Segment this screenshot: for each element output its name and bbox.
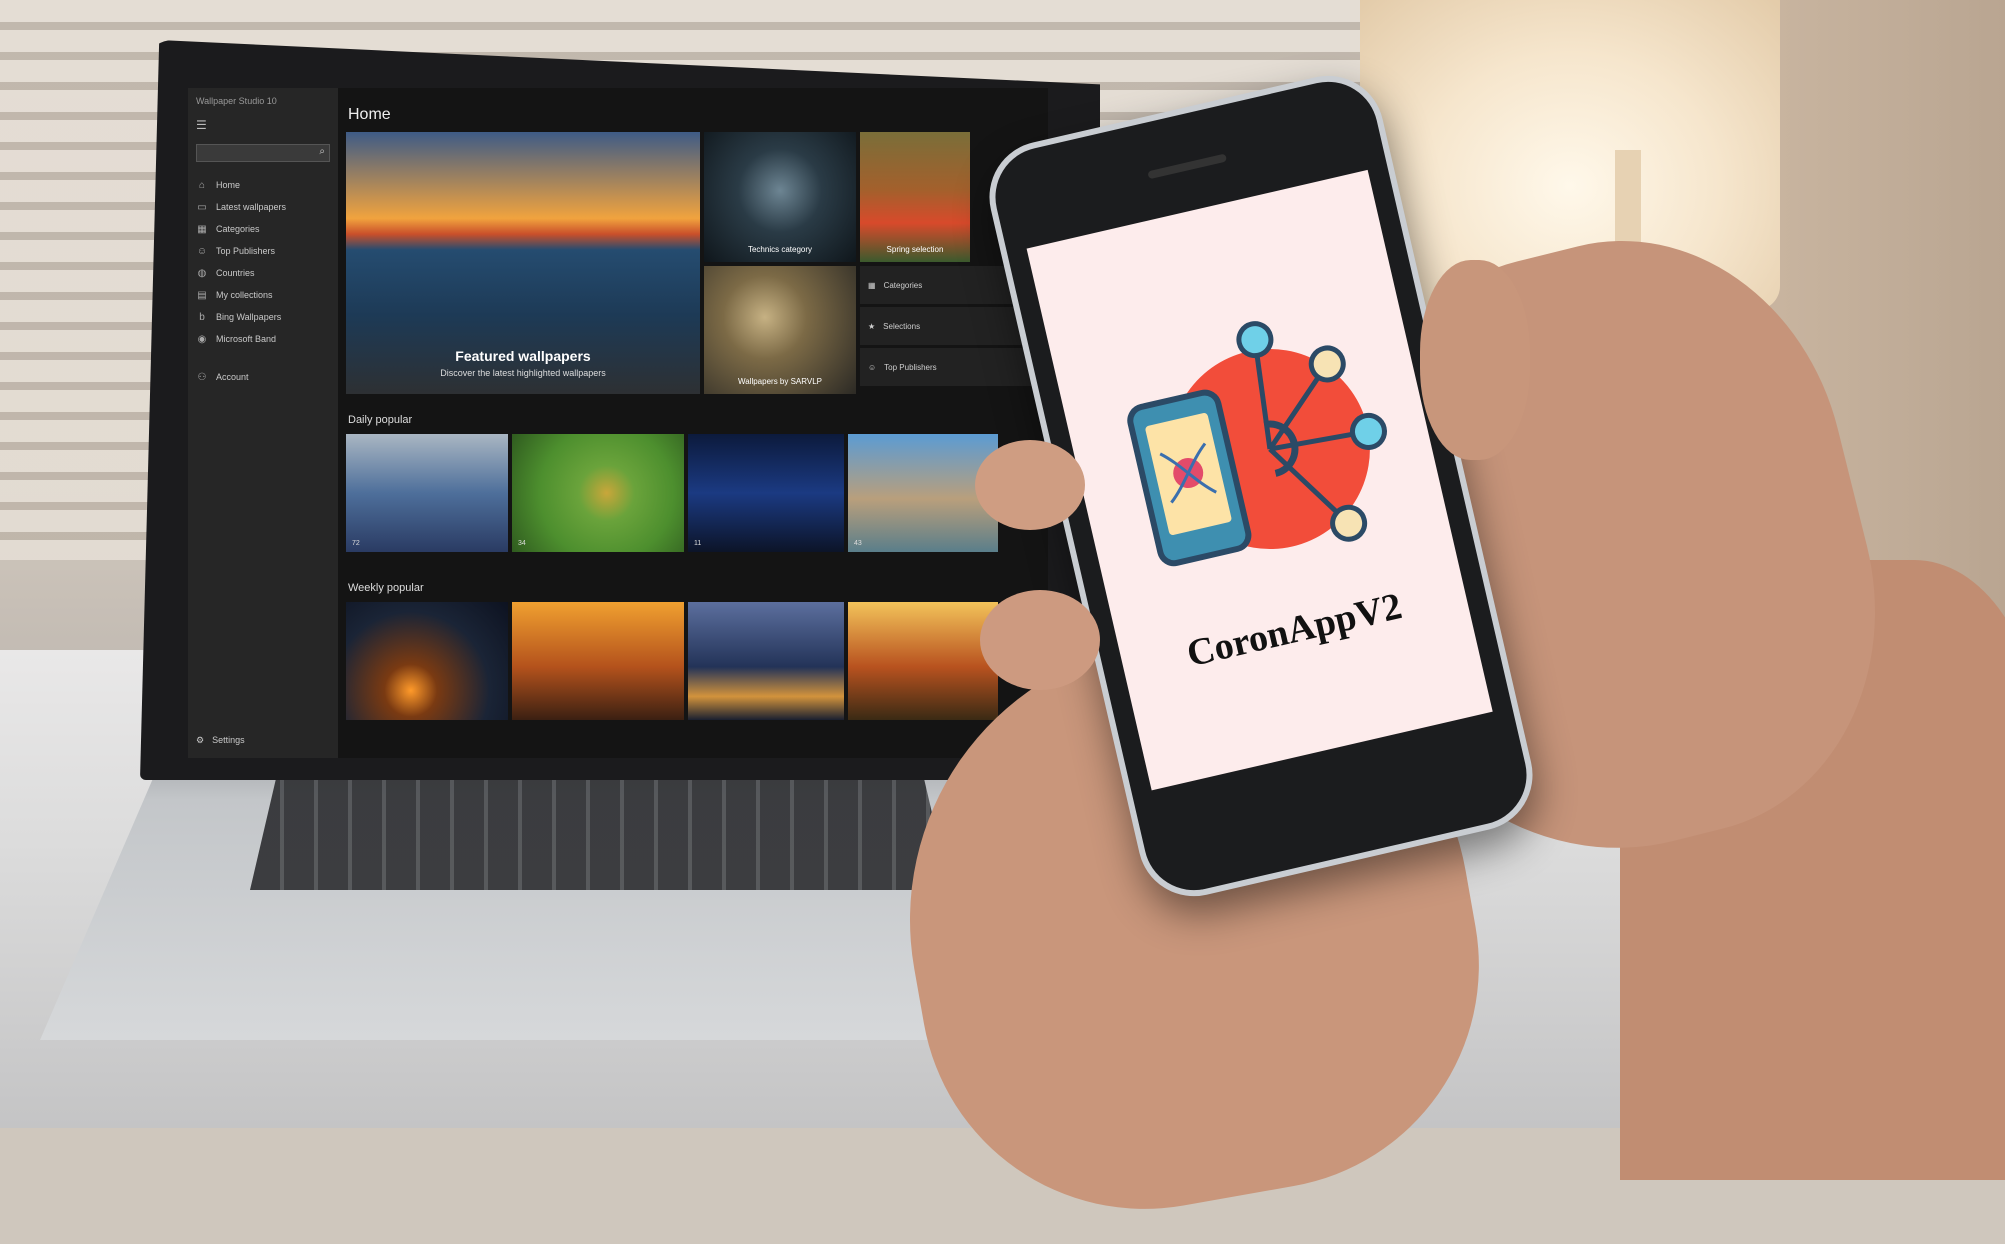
nav-label: Countries — [216, 268, 255, 278]
featured-title: Featured wallpapers — [455, 348, 591, 364]
weekly-popular-heading: Weekly popular — [348, 582, 424, 594]
home-icon: ⌂ — [198, 179, 206, 191]
account-icon: ⚇ — [197, 371, 207, 383]
laptop-screen: Wallpaper Studio 10 ☰ ⌕ ⌂ Home ▭ Latest wa… — [188, 88, 1048, 758]
nav-label: Latest wallpapers — [216, 202, 287, 212]
grid-icon: ▦ — [868, 280, 876, 290]
nav-item-account[interactable]: ⚇ Account — [196, 366, 336, 388]
people-icon: ☺ — [196, 245, 208, 257]
technics-category-tile[interactable]: Technics category — [704, 132, 856, 262]
laptop: Wallpaper Studio 10 ☰ ⌕ ⌂ Home ▭ Latest wa… — [140, 40, 1100, 780]
weekly-wallpaper-tile[interactable] — [346, 602, 508, 720]
tile-caption: Spring selection — [886, 245, 944, 254]
daily-wallpaper-tile[interactable]: 34 — [512, 434, 684, 552]
nav-item-categories[interactable]: ▦ Categories — [196, 218, 336, 240]
nav-label: Microsoft Band — [216, 334, 277, 344]
app-sidebar: Wallpaper Studio 10 ☰ ⌕ ⌂ Home ▭ Latest wa… — [188, 88, 338, 758]
hamburger-menu-icon[interactable]: ☰ — [196, 118, 207, 132]
people-icon: ☺ — [868, 362, 877, 372]
nav-item-latest[interactable]: ▭ Latest wallpapers — [196, 196, 336, 218]
weekly-wallpaper-tile[interactable] — [688, 602, 844, 720]
nav-label: Top Publishers — [216, 246, 276, 256]
nav-item-countries[interactable]: ◍ Countries — [196, 262, 336, 284]
nav-menu: ⌂ Home ▭ Latest wallpapers ▦ Categories ☺ To… — [196, 174, 336, 388]
spring-selection-tile[interactable]: Spring selection — [860, 132, 970, 262]
search-input[interactable]: ⌕ — [196, 144, 330, 162]
featured-wallpapers-tile[interactable]: Featured wallpapers Discover the latest … — [346, 132, 700, 394]
weekly-wallpaper-tile[interactable] — [848, 602, 998, 720]
like-count: 43 — [854, 540, 862, 547]
window-title: Wallpaper Studio 10 — [196, 96, 277, 106]
coronapp-logo-icon — [1127, 321, 1387, 567]
quick-link-publishers[interactable]: ☺ Top Publishers — [860, 348, 1048, 386]
nav-item-publishers[interactable]: ☺ Top Publishers — [196, 240, 336, 262]
weekly-wallpaper-tile[interactable] — [512, 602, 684, 720]
page-title: Home — [348, 106, 391, 123]
daily-popular-heading: Daily popular — [348, 414, 413, 426]
star-icon: ★ — [868, 321, 876, 331]
like-count: 34 — [518, 540, 526, 547]
finger — [980, 590, 1100, 690]
bing-icon: b — [199, 311, 205, 323]
gear-icon: ⚙ — [196, 735, 205, 745]
globe-icon: ◍ — [197, 267, 207, 279]
link-label: Top Publishers — [884, 362, 937, 372]
daily-wallpaper-tile[interactable]: 72 — [346, 434, 508, 552]
nav-label: Categories — [216, 224, 260, 234]
main-content: Home Featured wallpapers Discover the la… — [344, 88, 1048, 758]
band-icon: ◉ — [197, 333, 207, 345]
link-label: Categories — [883, 280, 923, 290]
phone-speaker — [1147, 153, 1228, 180]
grid-icon: ▦ — [197, 223, 207, 235]
daily-wallpaper-tile[interactable]: 11 — [688, 434, 844, 552]
nav-item-band[interactable]: ◉ Microsoft Band — [196, 328, 336, 350]
link-label: Selections — [883, 321, 921, 331]
collection-icon: ▤ — [197, 289, 207, 301]
settings-button[interactable]: ⚙ Settings — [196, 735, 245, 746]
image-icon: ▭ — [197, 201, 207, 213]
like-count: 11 — [694, 540, 702, 547]
laptop-keyboard — [250, 770, 950, 890]
tile-caption: Wallpapers by SARVLP — [737, 377, 823, 386]
like-count: 72 — [352, 540, 360, 547]
nav-label: Home — [216, 180, 241, 190]
finger — [1420, 260, 1530, 460]
nav-label: My collections — [216, 290, 273, 300]
search-icon[interactable]: ⌕ — [319, 146, 325, 157]
finger — [975, 440, 1085, 530]
featured-subtitle: Discover the latest highlighted wallpape… — [440, 368, 606, 378]
sarvlp-wallpapers-tile[interactable]: Wallpapers by SARVLP — [704, 266, 856, 394]
nav-item-collections[interactable]: ▤ My collections — [196, 284, 336, 306]
nav-item-bing[interactable]: b Bing Wallpapers — [196, 306, 336, 328]
nav-label: Account — [216, 372, 249, 382]
nav-item-home[interactable]: ⌂ Home — [196, 174, 336, 196]
settings-label: Settings — [212, 735, 245, 745]
tile-caption: Technics category — [747, 245, 813, 254]
nav-label: Bing Wallpapers — [216, 312, 282, 322]
